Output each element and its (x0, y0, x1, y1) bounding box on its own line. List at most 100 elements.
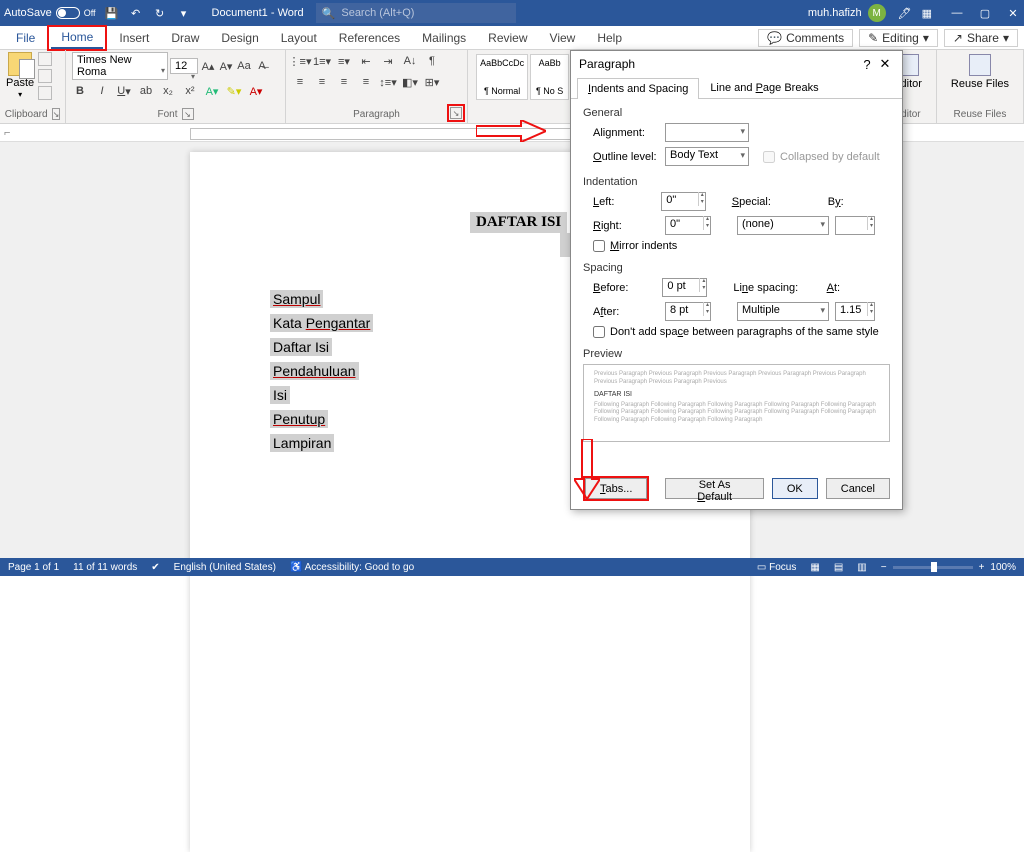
list-item[interactable]: Sampul (270, 290, 323, 308)
focus-mode[interactable]: ▭ Focus (757, 562, 796, 573)
mirror-checkbox[interactable] (593, 240, 605, 252)
style-nospacing[interactable]: AaBb ¶ No S (530, 54, 569, 100)
comments-button[interactable]: 💬 Comments (758, 29, 853, 47)
bold-icon[interactable]: B (72, 83, 88, 99)
style-normal[interactable]: AaBbCcDc ¶ Normal (476, 54, 528, 100)
font-size-select[interactable]: 12 (170, 58, 198, 74)
by-input[interactable] (835, 216, 875, 235)
autosave-toggle[interactable]: AutoSave Off (4, 7, 96, 19)
numbering-icon[interactable]: 1≡▾ (314, 53, 330, 69)
line-spacing-icon[interactable]: ↕≡▾ (380, 74, 396, 90)
superscript-icon[interactable]: x² (182, 83, 198, 99)
format-painter-icon[interactable] (38, 86, 52, 100)
redo-icon[interactable]: ↻ (152, 5, 168, 21)
tab-mailings[interactable]: Mailings (412, 28, 476, 48)
borders-icon[interactable]: ⊞▾ (424, 74, 440, 90)
save-icon[interactable]: 💾 (104, 5, 120, 21)
justify-icon[interactable]: ≡ (358, 74, 374, 90)
list-item[interactable]: Lampiran (270, 434, 334, 452)
zoom-level[interactable]: 100% (990, 562, 1016, 573)
linesp-select[interactable]: Multiple (737, 302, 829, 321)
right-input[interactable]: 0" (665, 216, 711, 235)
tab-insert[interactable]: Insert (109, 28, 159, 48)
list-item[interactable]: Pendahuluan (270, 362, 359, 380)
highlight-icon[interactable]: ✎▾ (226, 83, 242, 99)
clear-format-icon[interactable]: A̶ (254, 58, 270, 74)
search-box[interactable]: 🔍 Search (Alt+Q) (316, 3, 516, 23)
ribbon-mode-icon[interactable]: ▦ (922, 7, 932, 20)
list-item[interactable]: Penutup (270, 410, 328, 428)
bullets-icon[interactable]: ⋮≡▾ (292, 53, 308, 69)
list-item[interactable]: Isi (270, 386, 290, 404)
toggle-icon[interactable] (56, 7, 80, 19)
text-effects-icon[interactable]: A▾ (204, 83, 220, 99)
after-input[interactable]: 8 pt (665, 302, 711, 321)
accessibility[interactable]: ♿ Accessibility: Good to go (290, 562, 414, 573)
font-launcher[interactable]: ↘ (182, 108, 194, 120)
underline-icon[interactable]: U▾ (116, 83, 132, 99)
reuse-files-icon[interactable] (969, 54, 991, 76)
tab-references[interactable]: References (329, 28, 410, 48)
tab-indents-spacing[interactable]: Indents and Spacing (577, 78, 699, 99)
word-count[interactable]: 11 of 11 words (73, 562, 137, 573)
dec-indent-icon[interactable]: ⇤ (358, 53, 374, 69)
copy-icon[interactable] (38, 69, 52, 83)
at-input[interactable]: 1.15 (835, 302, 875, 321)
nospace-checkbox[interactable] (593, 326, 605, 338)
share-button[interactable]: ↗ Share ▾ (944, 29, 1018, 47)
tab-selector-icon[interactable]: ⌐ (4, 127, 10, 139)
close-icon[interactable]: ✕ (1006, 7, 1020, 20)
font-name-select[interactable]: Times New Roma (72, 52, 168, 80)
tab-review[interactable]: Review (478, 28, 537, 48)
list-item[interactable]: Daftar Isi (270, 338, 332, 356)
show-marks-icon[interactable]: ¶ (424, 53, 440, 69)
qat-more-icon[interactable]: ▾ (176, 5, 192, 21)
tab-file[interactable]: File (6, 28, 45, 48)
minimize-icon[interactable]: — (950, 7, 964, 20)
dialog-close-icon[interactable]: ✕ (876, 56, 894, 72)
present-icon[interactable]: 🖊 (898, 7, 912, 20)
align-left-icon[interactable]: ≡ (292, 74, 308, 90)
zoom-slider[interactable] (893, 566, 973, 569)
language[interactable]: English (United States) (174, 562, 276, 573)
special-select[interactable]: (none) (737, 216, 829, 235)
tab-view[interactable]: View (540, 28, 586, 48)
tab-layout[interactable]: Layout (271, 28, 327, 48)
user-account[interactable]: muh.hafizh M (808, 4, 886, 22)
tab-draw[interactable]: Draw (161, 28, 209, 48)
tab-help[interactable]: Help (587, 28, 632, 48)
spellcheck-icon[interactable]: ✔ (151, 562, 159, 573)
list-item[interactable]: Kata Pengantar (270, 314, 373, 332)
strike-icon[interactable]: ab (138, 83, 154, 99)
multilevel-icon[interactable]: ≡▾ (336, 53, 352, 69)
inc-indent-icon[interactable]: ⇥ (380, 53, 396, 69)
tab-line-breaks[interactable]: Line and Page Breaks (699, 77, 829, 98)
help-icon[interactable]: ? (858, 57, 876, 72)
align-center-icon[interactable]: ≡ (314, 74, 330, 90)
cancel-button[interactable]: Cancel (826, 478, 890, 499)
paragraph-launcher[interactable]: ↘ (450, 107, 462, 119)
subscript-icon[interactable]: x₂ (160, 83, 176, 99)
doc-title[interactable]: DAFTAR ISI (470, 212, 567, 233)
view-read-icon[interactable]: ▦ (810, 562, 819, 573)
maximize-icon[interactable]: ▢ (978, 7, 992, 20)
italic-icon[interactable]: I (94, 83, 110, 99)
outline-select[interactable]: Body Text (665, 147, 749, 166)
before-input[interactable]: 0 pt (662, 278, 707, 297)
cut-icon[interactable] (38, 52, 52, 66)
ok-button[interactable]: OK (772, 478, 818, 499)
undo-icon[interactable]: ↶ (128, 5, 144, 21)
view-web-icon[interactable]: ▥ (857, 562, 866, 573)
shrink-font-icon[interactable]: A▾ (218, 58, 234, 74)
font-color-icon[interactable]: A▾ (248, 83, 264, 99)
left-input[interactable]: 0" (661, 192, 706, 211)
sort-icon[interactable]: A↓ (402, 53, 418, 69)
shading-icon[interactable]: ◧▾ (402, 74, 418, 90)
tab-home[interactable]: Home (51, 27, 103, 49)
view-print-icon[interactable]: ▤ (834, 562, 843, 573)
clipboard-launcher[interactable]: ↘ (52, 108, 61, 120)
change-case-icon[interactable]: Aa (236, 58, 252, 74)
page-count[interactable]: Page 1 of 1 (8, 562, 59, 573)
zoom-out-icon[interactable]: − (881, 562, 887, 573)
editing-button[interactable]: ✎ Editing ▾ (859, 29, 938, 47)
